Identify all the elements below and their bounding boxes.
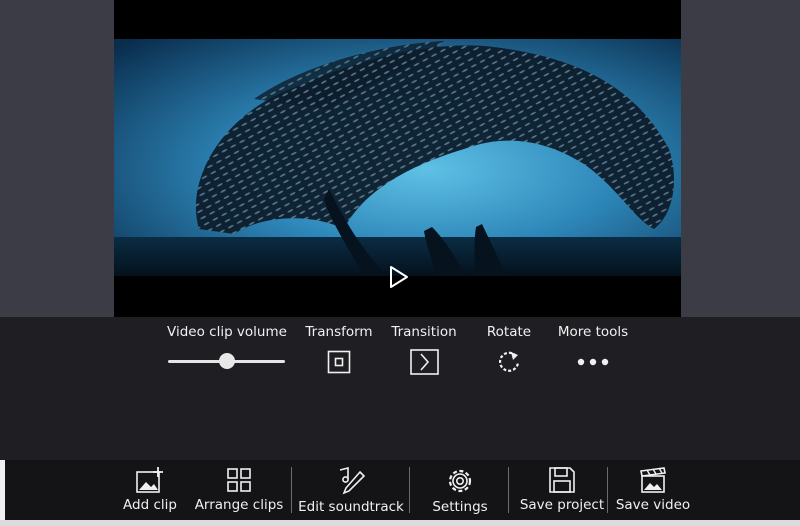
play-icon xyxy=(390,266,408,288)
video-preview xyxy=(114,39,681,276)
volume-slider-thumb[interactable] xyxy=(218,353,235,369)
transform-icon[interactable] xyxy=(327,350,351,374)
play-button[interactable] xyxy=(388,265,410,289)
add-clip-label: Add clip xyxy=(123,497,177,513)
rotate-icon[interactable] xyxy=(496,349,522,375)
transition-tool[interactable]: Transition xyxy=(389,317,459,340)
volume-tool: Video clip volume xyxy=(166,317,288,340)
more-icon[interactable] xyxy=(576,357,610,367)
add-clip-icon xyxy=(136,467,163,493)
save-project-button[interactable]: Save project xyxy=(514,460,610,520)
separator xyxy=(607,467,608,513)
separator xyxy=(291,467,292,513)
floppy-icon xyxy=(549,467,575,493)
separator xyxy=(508,467,509,513)
volume-label: Video clip volume xyxy=(167,324,287,340)
transform-tool[interactable]: Transform xyxy=(303,317,375,340)
settings-label: Settings xyxy=(432,499,488,515)
bottom-edge xyxy=(0,520,800,526)
transition-icon[interactable] xyxy=(410,349,439,375)
clapper-icon xyxy=(640,467,666,493)
add-clip-button[interactable]: Add clip xyxy=(117,460,183,520)
save-video-label: Save video xyxy=(615,497,691,513)
grid-icon xyxy=(227,468,251,492)
save-project-label: Save project xyxy=(519,497,605,513)
arrange-clips-label: Arrange clips xyxy=(194,497,284,513)
edit-soundtrack-label: Edit soundtrack xyxy=(298,499,404,515)
rotate-label: Rotate xyxy=(486,324,532,340)
rotate-tool[interactable]: Rotate xyxy=(483,317,535,340)
video-player[interactable] xyxy=(114,0,681,317)
settings-button[interactable]: Settings xyxy=(423,460,497,520)
separator xyxy=(409,467,410,513)
save-video-button[interactable]: Save video xyxy=(613,460,693,520)
edit-soundtrack-button[interactable]: Edit soundtrack xyxy=(297,460,405,520)
bottom-toolbar: Add clip Arrange clips Edit soundtrack S… xyxy=(5,460,800,520)
gear-icon xyxy=(448,469,472,493)
left-margin xyxy=(0,0,114,317)
right-margin xyxy=(681,0,800,317)
transition-label: Transition xyxy=(391,324,457,340)
more-tools-label: More tools xyxy=(557,324,629,340)
more-tools[interactable]: More tools xyxy=(553,317,633,340)
music-pen-icon xyxy=(339,466,366,495)
transform-label: Transform xyxy=(305,324,373,340)
arrange-clips-button[interactable]: Arrange clips xyxy=(191,460,287,520)
clip-tools-panel: Video clip volume Transform Transition R… xyxy=(0,317,800,460)
